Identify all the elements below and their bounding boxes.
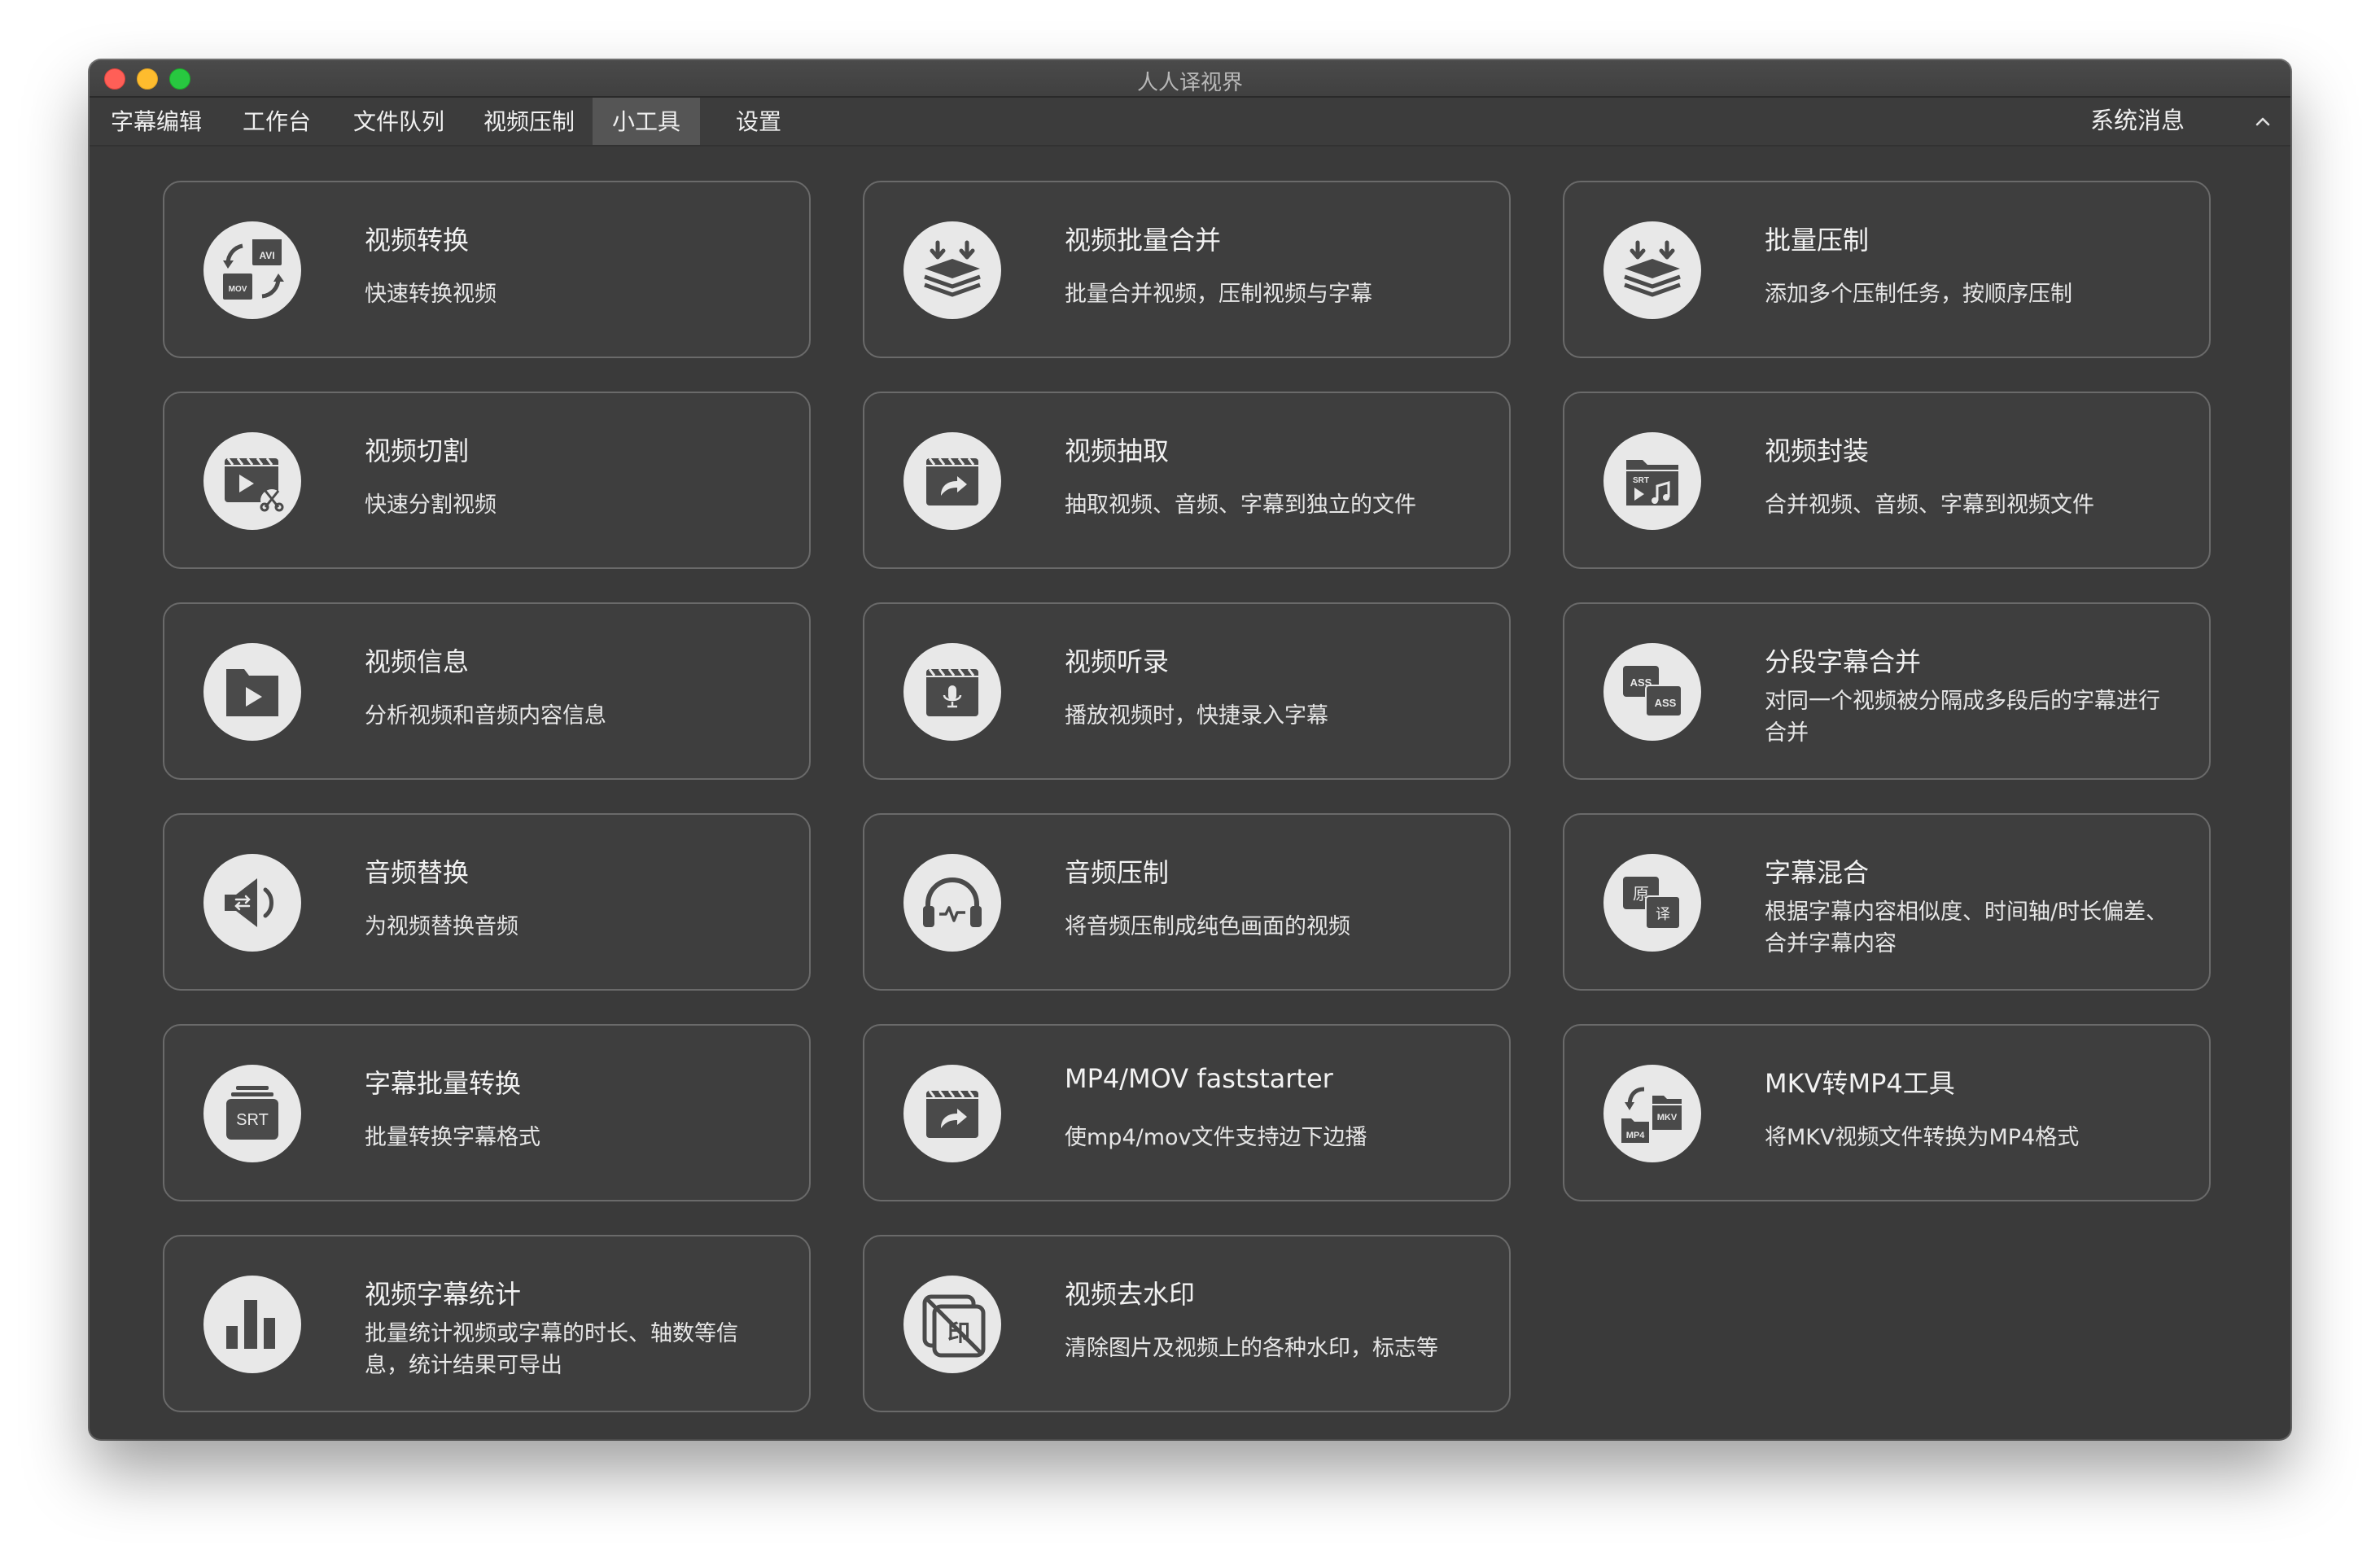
tool-description: 清除图片及视频上的各种水印，标志等 <box>1065 1336 1438 1361</box>
tool-card-video-mux[interactable]: SRT 视频封装 合并视频、音频、字幕到视频文件 <box>1563 392 2211 569</box>
tool-description: 将MKV视频文件转换为MP4格式 <box>1765 1125 2080 1150</box>
tool-title: 批量压制 <box>1765 225 1870 256</box>
tool-description: 快速转换视频 <box>365 282 497 307</box>
tool-card-video-cut[interactable]: 视频切割 快速分割视频 <box>163 392 811 569</box>
tool-description: 批量合并视频，压制视频与字幕 <box>1065 282 1372 307</box>
folder-srt-music-icon: SRT <box>1603 432 1701 530</box>
tool-title: 视频信息 <box>365 646 470 677</box>
speaker-swap-icon <box>203 854 301 952</box>
layers-download-icon <box>903 221 1001 319</box>
tool-description: 合并视频、音频、字幕到视频文件 <box>1765 492 2094 518</box>
folder-play-icon <box>203 643 301 741</box>
tool-description: 使mp4/mov文件支持边下边播 <box>1065 1125 1367 1150</box>
tool-card-video-subtitle-stats[interactable]: 视频字幕统计 批量统计视频或字幕的时长、轴数等信息，统计结果可导出 <box>163 1235 811 1412</box>
tool-card-video-transcribe[interactable]: 视频听录 播放视频时，快捷录入字幕 <box>863 602 1511 780</box>
tool-card-batch-encode[interactable]: 批量压制 添加多个压制任务，按顺序压制 <box>1563 181 2211 358</box>
tool-title: 视频去水印 <box>1065 1279 1196 1310</box>
headphones-icon <box>903 854 1001 952</box>
tool-description: 添加多个压制任务，按顺序压制 <box>1765 282 2072 307</box>
tool-title: MKV转MP4工具 <box>1765 1068 1955 1099</box>
tool-card-mkv-to-mp4[interactable]: MKV MP4 MKV转MP4工具 将MKV视频文件转换为MP4格式 <box>1563 1024 2211 1201</box>
tool-title: 视频抽取 <box>1065 435 1170 466</box>
tool-card-audio-encode[interactable]: 音频压制 将音频压制成纯色画面的视频 <box>863 813 1511 991</box>
video-scissors-icon <box>203 432 301 530</box>
srt-label: SRT <box>236 1111 269 1129</box>
tool-description: 分析视频和音频内容信息 <box>365 703 606 729</box>
tool-description: 将音频压制成纯色画面的视频 <box>1065 914 1350 939</box>
tool-title: 分段字幕合并 <box>1765 646 1922 677</box>
tool-description: 批量统计视频或字幕的时长、轴数等信息，统计结果可导出 <box>365 1321 738 1378</box>
menu-bar: 字幕编辑 工作台 文件队列 视频压制 小工具 设置 系统消息 <box>90 98 2290 147</box>
tool-title: 视频听录 <box>1065 646 1170 677</box>
tool-title: 音频替换 <box>365 857 470 888</box>
window-title: 人人译视界 <box>1136 71 1243 95</box>
menu-video-encode[interactable]: 视频压制 <box>464 98 594 145</box>
tool-card-video-batch-merge[interactable]: 视频批量合并 批量合并视频，压制视频与字幕 <box>863 181 1511 358</box>
mp4-label: MP4 <box>1626 1131 1646 1140</box>
video-share-icon <box>903 1065 1001 1162</box>
menu-tools[interactable]: 小工具 <box>593 98 701 145</box>
tool-description: 为视频替换音频 <box>365 914 518 939</box>
system-messages-button[interactable]: 系统消息 <box>2090 98 2185 145</box>
tool-card-video-convert[interactable]: AVI MOV 视频转换 快速转换视频 <box>163 181 811 358</box>
tool-title: 字幕批量转换 <box>365 1068 522 1099</box>
tool-card-video-info[interactable]: 视频信息 分析视频和音频内容信息 <box>163 602 811 780</box>
srt-label: SRT <box>1633 476 1649 485</box>
tool-card-video-watermark-remove[interactable]: 印 视频去水印 清除图片及视频上的各种水印，标志等 <box>863 1235 1511 1412</box>
menu-workbench[interactable]: 工作台 <box>223 98 330 145</box>
tool-title: MP4/MOV faststarter <box>1065 1063 1333 1094</box>
subtitle-mix-icon: 原 译 <box>1603 854 1701 952</box>
tool-title: 字幕混合 <box>1765 857 1870 888</box>
ass-label: ASS <box>1655 697 1677 709</box>
tool-title: 视频字幕统计 <box>365 1279 522 1310</box>
watermark-remove-icon: 印 <box>903 1276 1001 1373</box>
mkv-mp4-icon: MKV MP4 <box>1603 1065 1701 1162</box>
tool-description: 根据字幕内容相似度、时间轴/时长偏差、合并字幕内容 <box>1765 899 2168 956</box>
chevron-up-icon[interactable] <box>2253 112 2273 132</box>
menu-subtitle-edit[interactable]: 字幕编辑 <box>91 98 221 145</box>
mov-label: MOV <box>229 285 247 294</box>
layers-download-icon <box>1603 221 1701 319</box>
tool-card-video-extract[interactable]: 视频抽取 抽取视频、音频、字幕到独立的文件 <box>863 392 1511 569</box>
srt-stack-icon: SRT <box>203 1065 301 1162</box>
avi-label: AVI <box>259 250 274 261</box>
tool-card-mp4-mov-faststarter[interactable]: MP4/MOV faststarter 使mp4/mov文件支持边下边播 <box>863 1024 1511 1201</box>
tool-card-segment-subtitle-merge[interactable]: ASS ASS 分段字幕合并 对同一个视频被分隔成多段后的字幕进行合并 <box>1563 602 2211 780</box>
tool-title: 视频封装 <box>1765 435 1870 466</box>
mkv-label: MKV <box>1657 1113 1678 1123</box>
tool-title: 视频转换 <box>365 225 470 256</box>
video-convert-icon: AVI MOV <box>203 221 301 319</box>
tool-card-subtitle-mix[interactable]: 原 译 字幕混合 根据字幕内容相似度、时间轴/时长偏差、合并字幕内容 <box>1563 813 2211 991</box>
bar-chart-icon <box>203 1276 301 1373</box>
video-share-icon <box>903 432 1001 530</box>
tool-title: 视频切割 <box>365 435 470 466</box>
translation-label: 译 <box>1656 906 1670 923</box>
video-mic-icon <box>903 643 1001 741</box>
tool-title: 视频批量合并 <box>1065 225 1222 256</box>
tool-card-audio-replace[interactable]: 音频替换 为视频替换音频 <box>163 813 811 991</box>
ass-merge-icon: ASS ASS <box>1603 643 1701 741</box>
app-window: 人人译视界 字幕编辑 工作台 文件队列 视频压制 小工具 设置 系统消息 AVI… <box>90 60 2290 1439</box>
tool-description: 对同一个视频被分隔成多段后的字幕进行合并 <box>1765 689 2160 746</box>
menu-settings[interactable]: 设置 <box>716 98 801 145</box>
menu-file-queue[interactable]: 文件队列 <box>334 98 464 145</box>
tool-title: 音频压制 <box>1065 857 1170 888</box>
tool-card-subtitle-batch-convert[interactable]: SRT 字幕批量转换 批量转换字幕格式 <box>163 1024 811 1201</box>
tool-description: 批量转换字幕格式 <box>365 1125 540 1150</box>
tool-description: 抽取视频、音频、字幕到独立的文件 <box>1065 492 1416 518</box>
tool-description: 播放视频时，快捷录入字幕 <box>1065 703 1328 729</box>
title-bar: 人人译视界 <box>90 60 2290 98</box>
tool-description: 快速分割视频 <box>365 492 497 518</box>
